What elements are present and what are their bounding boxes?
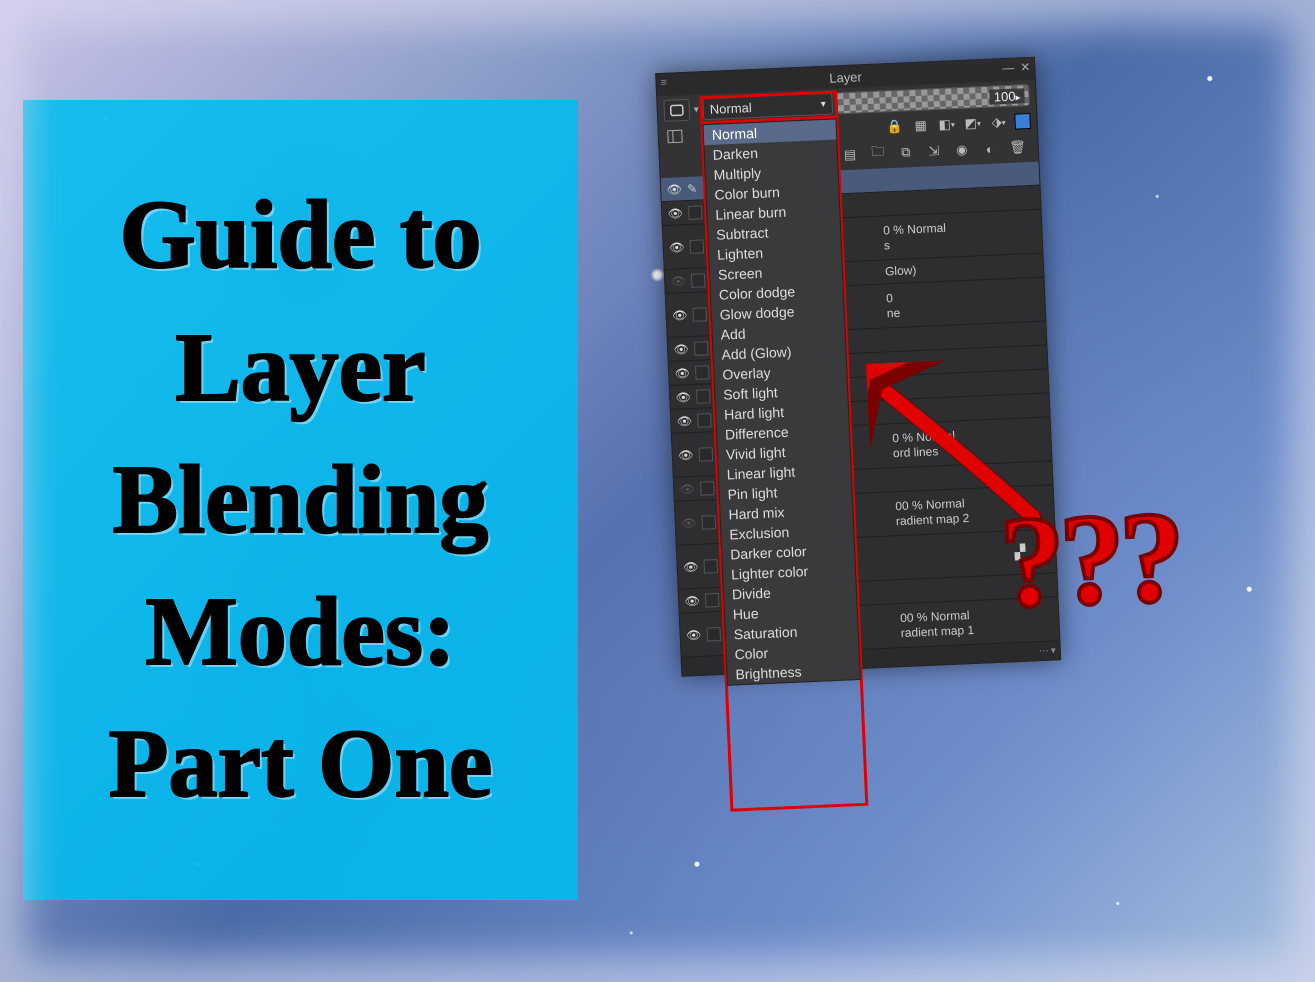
panel-title: Layer (829, 69, 862, 85)
layer-name-partial: ne (887, 305, 901, 320)
layer-thumb (695, 365, 710, 380)
visibility-icon[interactable]: 👁 (677, 447, 696, 462)
layer-name-partial: radient map 2 (896, 511, 970, 528)
visibility-icon[interactable]: 👁 (684, 627, 703, 642)
chevron-down-icon[interactable]: ▾ (1050, 645, 1056, 656)
layer-name-partial: s (884, 238, 891, 252)
visibility-icon[interactable]: 👁 (675, 413, 694, 428)
minimize-icon[interactable]: — (1002, 61, 1015, 76)
lock-icon[interactable]: 🔒 (884, 117, 905, 136)
layer-thumb (702, 515, 717, 530)
layer-thumb (691, 273, 706, 288)
ref-icon[interactable]: ⬗▾ (988, 113, 1009, 132)
layer-meta: 0 (886, 291, 893, 305)
title-text: Guide to Layer Blending Modes: Part One (53, 169, 548, 830)
grid-icon[interactable]: ▦ (910, 116, 931, 135)
chevron-down-icon: ▾ (820, 98, 826, 109)
visibility-icon[interactable]: 👁 (672, 342, 691, 357)
visibility-icon[interactable]: 👁 (683, 593, 702, 608)
question-marks: ??? (997, 482, 1182, 638)
visibility-icon[interactable]: 👁 (670, 308, 689, 323)
pencil-icon: ✎ (687, 181, 698, 195)
duplicate-icon[interactable]: ⧉ (895, 143, 916, 162)
opacity-value: 100 (993, 88, 1015, 104)
layer-thumb (696, 389, 711, 404)
layer-thumb (689, 239, 704, 254)
panel-layout-icon[interactable] (665, 127, 686, 146)
layer-color-swatch[interactable] (1014, 113, 1031, 130)
layer-name-partial: ord lines (893, 444, 939, 460)
visibility-icon[interactable]: 👁 (678, 481, 697, 496)
ruler-icon[interactable]: ◩▾ (962, 114, 983, 133)
chevron-down-icon[interactable]: ▾ (694, 104, 700, 115)
close-icon[interactable]: ✕ (1020, 60, 1031, 74)
title-box: Guide to Layer Blending Modes: Part One (23, 100, 578, 900)
layer-type-button[interactable] (663, 99, 690, 122)
trash-icon[interactable]: 🗑 (1007, 138, 1028, 157)
rectangle-icon (670, 104, 685, 117)
merge-icon[interactable]: ◉ (951, 141, 972, 160)
layer-meta: 0 % Normal (892, 429, 955, 446)
mask-add-icon[interactable]: ◐ (979, 139, 1000, 158)
new-folder-icon[interactable]: 🗀 (868, 144, 889, 163)
layer-thumb (688, 205, 703, 220)
blend-mode-list: NormalDarkenMultiplyColor burnLinear bur… (702, 118, 860, 685)
visibility-icon[interactable]: 👁 (681, 559, 700, 574)
blend-mode-dropdown[interactable]: Normal ▾ (702, 93, 833, 121)
dots-icon[interactable]: ⋯ (1038, 645, 1048, 656)
layer-thumb (697, 413, 712, 428)
layer-name-partial: radient map 1 (901, 622, 975, 639)
layer-thumb (692, 307, 707, 322)
layer-thumb (705, 593, 720, 608)
visibility-icon[interactable]: 👁 (666, 206, 685, 221)
stepper-icon[interactable]: ▸ (1015, 92, 1021, 103)
opacity-slider[interactable]: 100▸ (836, 84, 1030, 114)
blend-mode-value: Normal (709, 100, 752, 117)
visibility-icon[interactable]: 👁 (667, 240, 686, 255)
mask-icon[interactable]: ◧▾ (936, 115, 957, 134)
layer-thumb (706, 626, 721, 641)
visibility-icon[interactable]: 👁 (673, 366, 692, 381)
new-layer-icon[interactable]: ▤ (840, 145, 861, 164)
visibility-icon[interactable]: 👁 (680, 515, 699, 530)
layer-name-partial: Glow) (885, 263, 917, 278)
layer-thumb (699, 447, 714, 462)
layer-thumb (703, 559, 718, 574)
menu-icon[interactable]: ≡ (660, 77, 665, 89)
layer-meta: 0 % Normal (883, 221, 946, 238)
visibility-icon[interactable]: 👁 (665, 182, 684, 197)
visibility-icon[interactable]: 👁 (674, 389, 693, 404)
layer-thumb (700, 481, 715, 496)
visibility-icon[interactable]: 👁 (669, 274, 688, 289)
transfer-icon[interactable]: ⇲ (923, 142, 944, 161)
layer-thumb (694, 341, 709, 356)
